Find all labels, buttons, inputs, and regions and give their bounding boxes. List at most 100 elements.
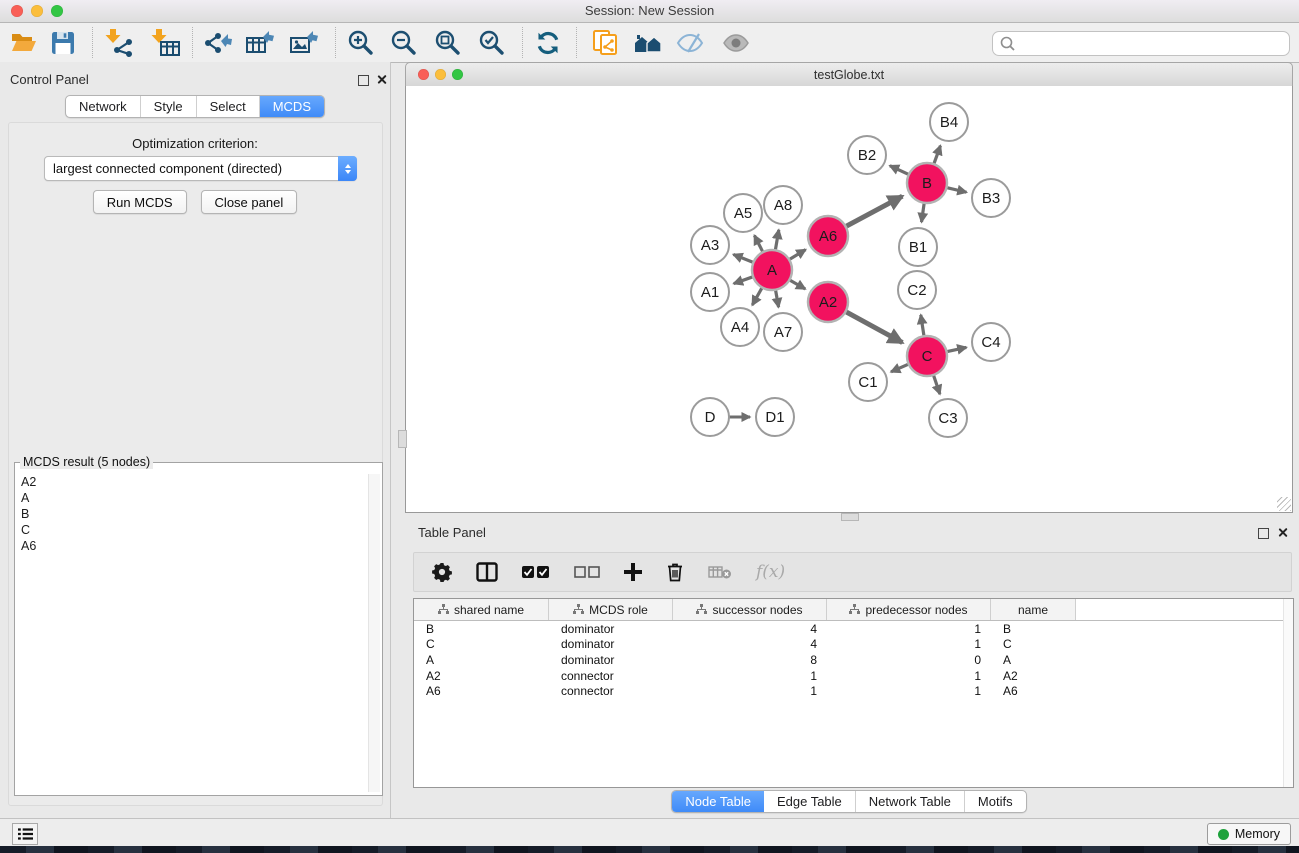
cell-name[interactable]: B [991,622,1076,636]
result-scrollbar[interactable] [368,474,380,792]
column-header-successor-nodes[interactable]: successor nodes [673,599,827,620]
edge-A-A1[interactable] [734,277,753,284]
result-item[interactable]: B [21,506,367,522]
cell-predecessor-nodes[interactable]: 1 [827,684,991,698]
tab-network[interactable]: Network [66,96,141,117]
cell-successor-nodes[interactable]: 8 [673,653,827,667]
edge-A-A5[interactable] [754,235,763,252]
cell-mcds-role[interactable]: connector [549,669,673,683]
result-item[interactable]: A2 [21,474,367,490]
edge-A-A7[interactable] [775,290,778,307]
cell-mcds-role[interactable]: connector [549,684,673,698]
table-row[interactable]: Bdominator41B [414,621,1293,637]
column-header-shared-name[interactable]: shared name [414,599,549,620]
cell-successor-nodes[interactable]: 1 [673,684,827,698]
vertical-splitter-handle[interactable] [841,513,859,521]
clone-network-icon[interactable] [588,27,624,59]
network-canvas[interactable]: AA1A2A3A4A5A6A7A8BB1B2B3B4CC1C2C3C4DD1 [405,86,1293,513]
table-row[interactable]: Cdominator41C [414,637,1293,653]
run-mcds-button[interactable]: Run MCDS [93,190,187,214]
tab-style[interactable]: Style [141,96,197,117]
table-settings-icon[interactable] [432,562,452,582]
first-neighbors-icon[interactable] [630,27,666,59]
edge-A-A8[interactable] [775,230,778,250]
import-table-icon[interactable] [148,27,184,59]
cell-shared-name[interactable]: B [414,622,549,636]
cell-successor-nodes[interactable]: 4 [673,622,827,636]
export-table-icon[interactable] [243,27,279,59]
table-scrollbar[interactable] [1283,599,1293,787]
edge-B-B4[interactable] [934,146,941,164]
result-item[interactable]: A [21,490,367,506]
add-column-icon[interactable] [624,563,642,581]
edge-B-B2[interactable] [890,166,909,175]
edge-A-A2[interactable] [789,280,805,289]
cell-predecessor-nodes[interactable]: 0 [827,653,991,667]
edge-C-C3[interactable] [933,375,939,394]
search-input[interactable] [1018,33,1289,54]
cell-name[interactable]: A2 [991,669,1076,683]
memory-button[interactable]: Memory [1207,823,1291,845]
table-row[interactable]: A6connector11A6 [414,683,1293,699]
cell-predecessor-nodes[interactable]: 1 [827,669,991,683]
mcds-result-list[interactable]: A2ABCA6 [18,474,367,792]
search-field[interactable] [992,31,1290,56]
zoom-in-icon[interactable] [343,27,379,59]
cell-successor-nodes[interactable]: 1 [673,669,827,683]
table-row[interactable]: A2connector11A2 [414,668,1293,684]
select-all-icon[interactable] [522,565,550,579]
column-header-name[interactable]: name [991,599,1076,620]
cell-mcds-role[interactable]: dominator [549,637,673,651]
cell-name[interactable]: A [991,653,1076,667]
open-file-icon[interactable] [6,27,42,59]
task-history-button[interactable] [12,823,38,845]
cell-mcds-role[interactable]: dominator [549,622,673,636]
tab-motifs[interactable]: Motifs [965,791,1026,812]
save-session-icon[interactable] [45,27,81,59]
edge-A6-B[interactable] [846,196,903,226]
cell-successor-nodes[interactable]: 4 [673,637,827,651]
tab-edge-table[interactable]: Edge Table [764,791,856,812]
cell-predecessor-nodes[interactable]: 1 [827,622,991,636]
cell-predecessor-nodes[interactable]: 1 [827,637,991,651]
tab-network-table[interactable]: Network Table [856,791,965,812]
refresh-icon[interactable] [530,27,566,59]
network-window-titlebar[interactable]: testGlobe.txt [405,62,1293,88]
result-item[interactable]: A6 [21,538,367,554]
result-item[interactable]: C [21,522,367,538]
cell-shared-name[interactable]: C [414,637,549,651]
export-network-icon[interactable] [200,27,236,59]
float-panel-icon[interactable] [358,75,369,86]
zoom-out-icon[interactable] [386,27,422,59]
cell-name[interactable]: C [991,637,1076,651]
edge-A-A6[interactable] [789,250,806,260]
table-row[interactable]: Adominator80A [414,652,1293,668]
cell-mcds-role[interactable]: dominator [549,653,673,667]
table-float-icon[interactable] [1258,528,1269,539]
hide-selected-icon[interactable] [672,27,708,59]
edge-C-C1[interactable] [891,364,909,372]
function-builder-icon[interactable]: f(x) [756,562,785,582]
zoom-fit-icon[interactable] [430,27,466,59]
edge-B-B3[interactable] [946,188,966,193]
show-all-icon[interactable] [718,27,754,59]
tab-mcds[interactable]: MCDS [260,96,324,117]
deselect-all-icon[interactable] [574,566,600,578]
edge-C-C4[interactable] [947,347,967,351]
column-header-mcds-role[interactable]: MCDS role [549,599,673,620]
column-selector-icon[interactable] [476,562,498,582]
close-panel-button[interactable]: Close panel [201,190,298,214]
cell-shared-name[interactable]: A6 [414,684,549,698]
close-panel-icon[interactable] [376,74,387,85]
edge-C-C2[interactable] [921,315,924,336]
edge-A2-C[interactable] [846,312,903,343]
import-network-icon[interactable] [102,27,138,59]
cell-shared-name[interactable]: A2 [414,669,549,683]
cell-name[interactable]: A6 [991,684,1076,698]
column-header-predecessor-nodes[interactable]: predecessor nodes [827,599,991,620]
network-svg[interactable]: AA1A2A3A4A5A6A7A8BB1B2B3B4CC1C2C3C4DD1 [406,86,1290,510]
delete-column-icon[interactable] [666,562,684,582]
edge-A-A3[interactable] [733,254,753,262]
table-close-icon[interactable] [1277,527,1288,538]
edge-A-A4[interactable] [752,287,762,305]
